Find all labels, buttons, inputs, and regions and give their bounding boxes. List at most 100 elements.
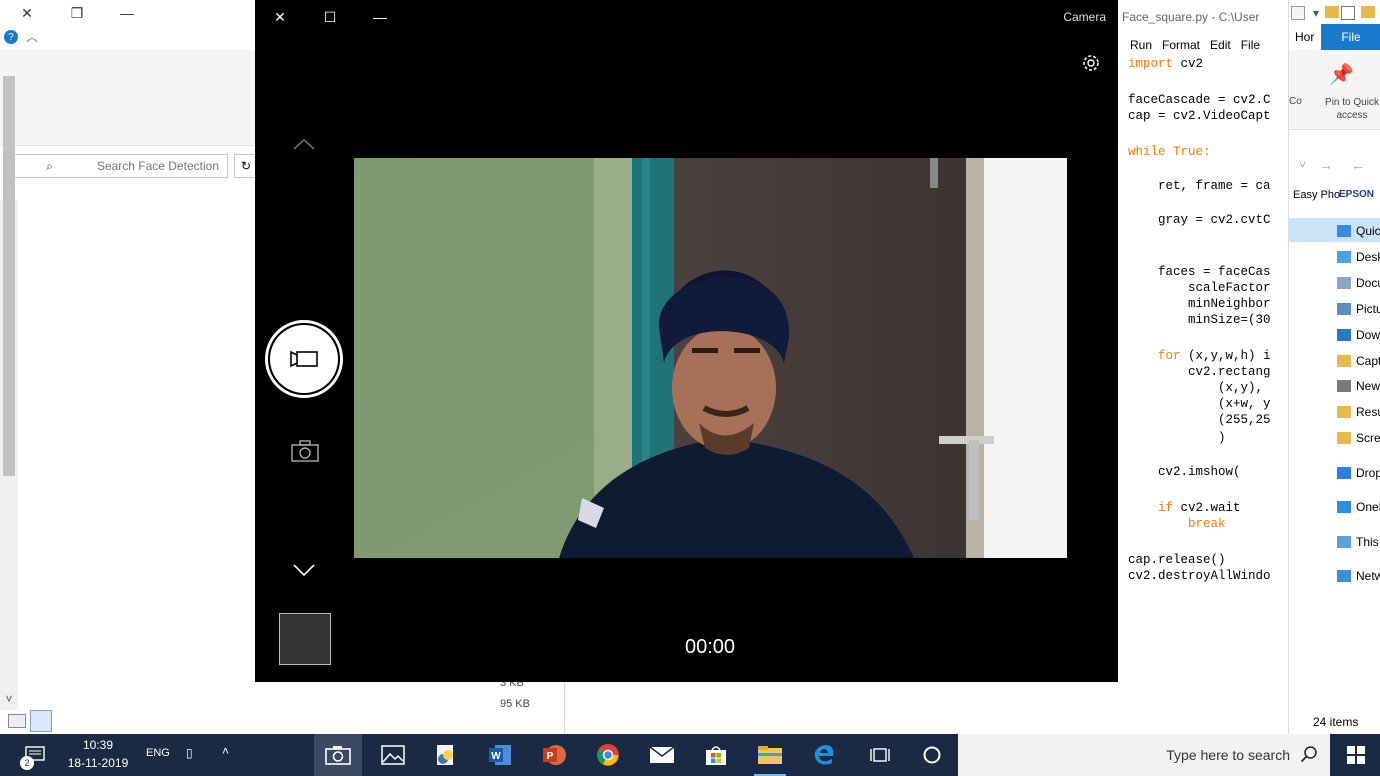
nav-item-onedrive[interactable]: OneDriv: [1289, 495, 1380, 519]
code-line: ): [1128, 431, 1226, 445]
code-editor[interactable]: import cv2 faceCascade = cv2.C cap = cv2.V…: [1118, 56, 1288, 656]
nav-item-new-volume[interactable]: New V: [1289, 374, 1380, 398]
taskbar-store-icon[interactable]: [692, 734, 740, 776]
properties-icon[interactable]: [1341, 6, 1355, 20]
code-line: while True:: [1128, 145, 1211, 159]
language-indicator[interactable]: ENG: [146, 747, 170, 759]
maximize-button[interactable]: ☐: [307, 4, 353, 30]
epson-label: EPSON: [1339, 189, 1375, 200]
chevron-down-icon[interactable]: [293, 563, 315, 580]
ribbon-collapse-icon[interactable]: ︿: [26, 28, 38, 45]
gear-icon[interactable]: [1080, 52, 1102, 74]
taskbar-search-box[interactable]: Type here to search: [958, 734, 1330, 776]
code-line: minSize=(30: [1128, 313, 1271, 327]
tray-overflow-chevron-icon[interactable]: ˄: [222, 744, 229, 758]
tab-home[interactable]: Hor: [1289, 24, 1321, 50]
folder-icon: [1361, 6, 1375, 18]
new-volume-icon: [1337, 380, 1351, 392]
recording-timer: 00:00: [684, 636, 736, 658]
nav-item-resume[interactable]: Resum: [1289, 400, 1380, 424]
code-line: cv2.rectang: [1128, 365, 1271, 379]
back-arrow-icon[interactable]: ←: [1351, 157, 1365, 173]
dropdown-icon[interactable]: ▾: [1313, 6, 1319, 20]
nav-item-this-pc[interactable]: This PC: [1289, 530, 1380, 554]
large-icons-view-icon[interactable]: [30, 710, 52, 732]
taskbar-word-icon[interactable]: W: [476, 734, 524, 776]
forward-arrow-icon[interactable]: →: [1319, 157, 1333, 173]
action-center-icon[interactable]: 2: [14, 734, 56, 776]
taskbar-python-idle-icon[interactable]: [422, 734, 470, 776]
battery-icon[interactable]: ▯: [186, 746, 193, 760]
taskbar-chrome-icon[interactable]: [584, 734, 632, 776]
code-line: cap = cv2.VideoCapt: [1128, 109, 1271, 123]
idle-window-title: Face_square.py - C:\User: [1122, 10, 1260, 24]
camera-app-window: ✕ ☐ — Camera 00:00: [255, 0, 1118, 682]
code-line: if cv2.wait: [1158, 501, 1241, 515]
photo-camera-icon[interactable]: [291, 440, 319, 465]
onedrive-icon: [1337, 501, 1351, 513]
notification-count-badge: 2: [20, 756, 34, 770]
clock-time: 10:39: [82, 738, 114, 752]
nav-item-quick-access[interactable]: Quick ac: [1289, 219, 1380, 243]
menu-format[interactable]: Format: [1162, 38, 1200, 52]
code-line: cap.release(): [1128, 553, 1226, 567]
task-view-icon[interactable]: [856, 734, 904, 776]
menu-file[interactable]: File: [1241, 38, 1260, 52]
chevron-up-icon[interactable]: [293, 138, 315, 153]
easy-photo-label[interactable]: Easy Pho: [1293, 189, 1340, 201]
dropdown-icon[interactable]: ˅: [1299, 158, 1306, 172]
taskbar-edge-icon[interactable]: [800, 734, 848, 776]
nav-item-desktop[interactable]: Deskto: [1289, 245, 1380, 269]
pin-to-quick-access-label[interactable]: Pin to Quick access: [1325, 96, 1379, 122]
nav-item-label: This PC: [1356, 535, 1380, 549]
copy-label[interactable]: Co: [1289, 96, 1302, 107]
nav-item-downloads[interactable]: Downl: [1289, 323, 1380, 347]
taskbar-file-explorer-icon[interactable]: [746, 734, 794, 776]
minimize-button[interactable]: —: [104, 0, 150, 26]
network-icon: [1337, 570, 1351, 582]
nav-item-network[interactable]: Network: [1289, 564, 1380, 588]
restore-button[interactable]: ❐: [54, 0, 100, 26]
right-ribbon: 📌 Pin to Quick access Co: [1289, 50, 1380, 130]
close-button[interactable]: ✕: [4, 0, 50, 26]
start-button[interactable]: [1332, 734, 1380, 776]
idle-title-bar: Face_square.py - C:\User: [1118, 0, 1288, 34]
code-line: (x,y),: [1128, 381, 1264, 395]
menu-edit[interactable]: Edit: [1210, 38, 1231, 52]
menu-run[interactable]: Run: [1130, 38, 1152, 52]
details-view-icon[interactable]: [8, 714, 26, 728]
last-capture-thumbnail[interactable]: [279, 613, 331, 665]
taskbar-camera-app-icon[interactable]: [314, 734, 362, 776]
nav-item-label: Picture: [1356, 302, 1380, 316]
video-record-button[interactable]: [265, 320, 343, 398]
nav-item-documents[interactable]: Docum: [1289, 271, 1380, 295]
code-line: (x+w, y: [1128, 397, 1271, 411]
pin-icon[interactable]: 📌: [1329, 62, 1354, 87]
help-icon[interactable]: ?: [4, 30, 18, 44]
left-search-box[interactable]: ⌕: [8, 154, 228, 178]
close-button[interactable]: ✕: [257, 4, 303, 30]
right-file-explorer: ▾ Hor File 📌 Pin to Quick access Co ˅ → …: [1288, 0, 1380, 734]
nav-item-screenshots[interactable]: Screen: [1289, 426, 1380, 450]
captures-icon: [1337, 355, 1351, 367]
code-line: faceCascade = cv2.C: [1128, 93, 1271, 107]
search-input[interactable]: [59, 159, 219, 173]
items-count: 24 items: [1313, 715, 1359, 729]
nav-item-label: Dropbo: [1356, 466, 1380, 480]
minimize-button[interactable]: —: [357, 4, 403, 30]
scroll-down-icon[interactable]: ˅: [0, 690, 18, 708]
nav-item-pictures[interactable]: Picture: [1289, 297, 1380, 321]
taskbar-photos-icon[interactable]: [369, 734, 417, 776]
nav-item-captures[interactable]: Captur: [1289, 349, 1380, 373]
taskbar-powerpoint-icon[interactable]: P: [530, 734, 578, 776]
taskbar-mail-icon[interactable]: [638, 734, 686, 776]
clock-date: 18-11-2019: [67, 756, 129, 770]
nav-item-label: Resum: [1356, 405, 1380, 419]
clock[interactable]: 10:39 18-11-2019: [60, 736, 136, 772]
scrollbar-thumb[interactable]: [3, 76, 15, 476]
nav-item-dropbox[interactable]: Dropbo: [1289, 461, 1380, 485]
tab-file[interactable]: File: [1321, 24, 1380, 50]
code-line: ret, frame = ca: [1128, 179, 1271, 193]
code-line: for (x,y,w,h) i: [1158, 349, 1271, 363]
cortana-icon[interactable]: [908, 734, 956, 776]
